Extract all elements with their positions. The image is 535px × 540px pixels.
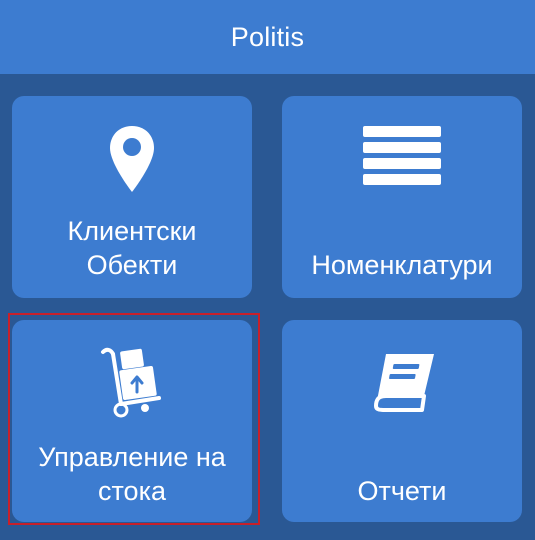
tile-label: Номенклатури — [311, 250, 493, 280]
tile-label-line2: стока — [97, 476, 166, 506]
tile-reports[interactable]: Отчети — [282, 320, 522, 522]
tile-label-line1: Управление на — [38, 442, 226, 472]
map-pin-icon — [12, 124, 252, 194]
tile-client-objects[interactable]: Клиентски Обекти — [12, 96, 252, 298]
tile-label-line2: Обекти — [86, 250, 178, 280]
app-bar: Politis — [0, 0, 535, 74]
menu-lines-icon — [282, 126, 522, 186]
hand-truck-boxes-icon — [12, 346, 252, 420]
tile-label: Отчети — [357, 476, 447, 506]
tile-nomenclatures[interactable]: Номенклатури — [282, 96, 522, 298]
app-title: Politis — [230, 21, 305, 52]
tile-stock-management[interactable]: Управление на стока — [12, 320, 252, 522]
tile-label-line1: Клиентски — [67, 216, 197, 246]
book-icon — [282, 350, 522, 416]
